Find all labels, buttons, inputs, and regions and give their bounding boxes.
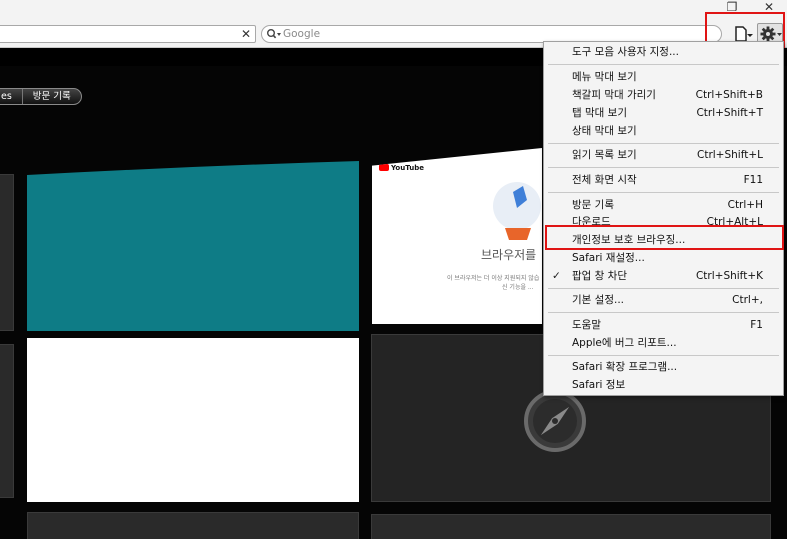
settings-dropdown-menu: 도구 모음 사용자 지정... 메뉴 막대 보기 책갈피 막대 가리기 Ctrl+…: [543, 41, 784, 396]
title-bar: ❐ ✕: [0, 0, 787, 18]
menu-item-report-bug[interactable]: Apple에 버그 리포트...: [544, 335, 783, 352]
menu-item-reset-safari[interactable]: Safari 재설정...: [544, 250, 783, 267]
top-site-tile-youtube[interactable]: YouTube 브라우저를 이 브라우저는 더 이상 지원되지 않습 신 기능을…: [372, 148, 542, 324]
top-site-tile-white[interactable]: [27, 338, 359, 502]
menu-item-preferences[interactable]: 기본 설정... Ctrl+,: [544, 292, 783, 309]
menu-item-show-tab-bar[interactable]: 탭 막대 보기 Ctrl+Shift+T: [544, 105, 783, 122]
top-site-tile[interactable]: [0, 174, 14, 331]
youtube-logo: YouTube: [379, 164, 424, 172]
menu-separator: [548, 192, 779, 193]
segment-history[interactable]: 방문 기록: [23, 89, 81, 104]
menu-separator: [548, 64, 779, 65]
top-site-tile[interactable]: [371, 514, 771, 539]
menu-separator: [548, 288, 779, 289]
menu-separator: [548, 143, 779, 144]
safari-compass-icon: [524, 390, 586, 452]
menu-item-block-popups[interactable]: ✓ 팝업 창 차단 Ctrl+Shift+K: [544, 268, 783, 285]
search-placeholder: Google: [283, 28, 321, 40]
top-sites-history-toggle[interactable]: es 방문 기록: [0, 88, 82, 105]
top-site-tile-teal[interactable]: [27, 161, 359, 331]
menu-item-customize-toolbar[interactable]: 도구 모음 사용자 지정...: [544, 44, 783, 61]
menu-item-enter-full-screen[interactable]: 전체 화면 시작 F11: [544, 172, 783, 189]
menu-item-show-reading-list[interactable]: 읽기 목록 보기 Ctrl+Shift+L: [544, 147, 783, 164]
menu-item-help[interactable]: 도움말 F1: [544, 317, 783, 334]
address-field[interactable]: ✕: [0, 25, 256, 43]
menu-item-about-safari[interactable]: Safari 정보: [544, 377, 783, 394]
menu-item-safari-extensions[interactable]: Safari 확장 프로그램...: [544, 359, 783, 376]
youtube-subtext: 이 브라우저는 더 이상 지원되지 않습: [447, 275, 540, 282]
clear-address-icon[interactable]: ✕: [241, 26, 251, 42]
youtube-heading: 브라우저를: [481, 248, 537, 262]
search-icon: [267, 29, 281, 39]
menu-item-show-menu-bar[interactable]: 메뉴 막대 보기: [544, 69, 783, 86]
highlight-box-private-browsing: [545, 225, 784, 250]
menu-item-history[interactable]: 방문 기록 Ctrl+H: [544, 197, 783, 214]
menu-item-show-status-bar[interactable]: 상태 막대 보기: [544, 123, 783, 140]
top-site-tile[interactable]: [0, 344, 14, 498]
youtube-illustration: [493, 182, 541, 240]
menu-separator: [548, 312, 779, 313]
checkmark-icon: ✓: [552, 270, 561, 282]
top-site-tile[interactable]: [27, 512, 359, 539]
youtube-subtext-2: 신 기능을 ...: [502, 284, 534, 291]
menu-separator: [548, 167, 779, 168]
menu-item-hide-bookmarks-bar[interactable]: 책갈피 막대 가리기 Ctrl+Shift+B: [544, 87, 783, 104]
menu-separator: [548, 355, 779, 356]
segment-top-sites[interactable]: es: [0, 89, 23, 104]
